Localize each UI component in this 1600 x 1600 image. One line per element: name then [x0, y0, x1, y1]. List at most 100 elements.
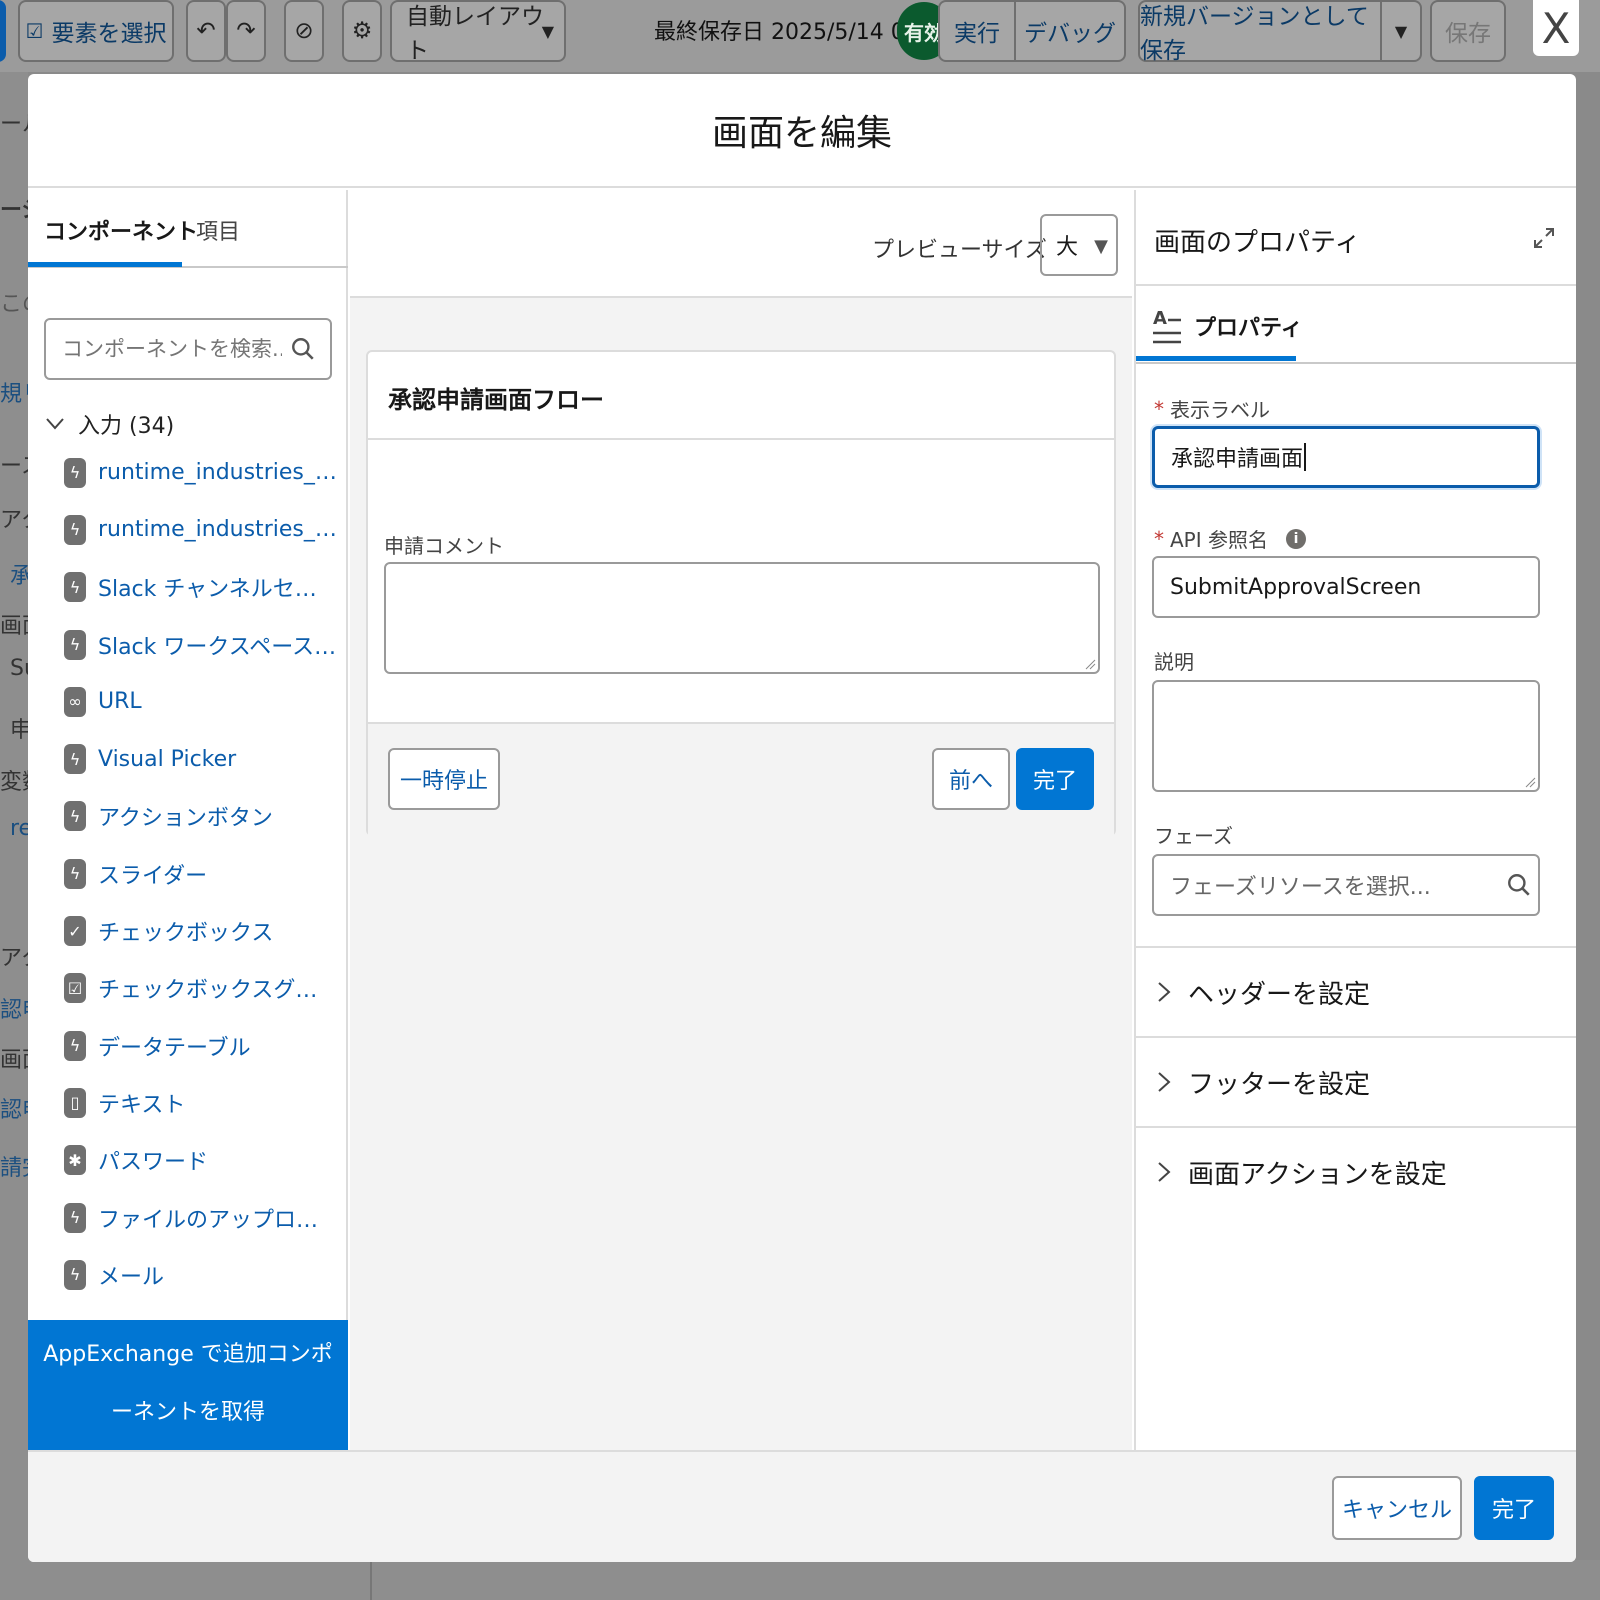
component-label: Slack ワークスペースセレク... — [98, 634, 338, 660]
list-item[interactable]: ϟ ファイルのアップロード — [64, 1189, 348, 1246]
api-name-value: SubmitApprovalScreen — [1170, 574, 1422, 600]
list-item[interactable]: ∞ URL — [64, 673, 348, 730]
background-text: 画面 — [0, 1048, 28, 1073]
bolt-icon: ϟ — [64, 858, 86, 889]
undo-icon[interactable]: ↶ — [186, 0, 226, 62]
list-item[interactable]: ϟ データテーブル — [64, 1017, 348, 1074]
preview-size-select[interactable]: 大 ▼ — [1040, 214, 1118, 276]
save-menu-chevron-icon[interactable]: ▼ — [1380, 0, 1422, 62]
finish-button[interactable]: 完了 — [1016, 748, 1094, 810]
background-text: re — [10, 816, 28, 841]
list-item[interactable]: ϟ メール — [64, 1246, 348, 1303]
screen-footer: 一時停止 前へ 完了 — [368, 722, 1114, 836]
configure-screen-actions-label: 画面アクションを設定 — [1188, 1159, 1447, 1190]
label-field-text: 表示ラベル — [1170, 398, 1270, 422]
background-text: 規リ — [0, 382, 28, 407]
done-button[interactable]: 完了 — [1474, 1476, 1554, 1540]
tab-components[interactable]: コンポーネント — [44, 214, 198, 246]
component-label: URL — [98, 689, 142, 715]
api-name-input[interactable]: SubmitApprovalScreen — [1152, 556, 1540, 618]
no-entry-icon[interactable]: ⊘ — [284, 0, 324, 62]
list-item[interactable]: ϟ runtime_industries_csv_dat... — [64, 444, 348, 501]
resize-handle-icon[interactable] — [1524, 776, 1536, 788]
component-label: ファイルのアップロード — [98, 1207, 338, 1233]
chevron-right-icon — [1158, 1162, 1171, 1182]
background-text: この — [0, 292, 28, 317]
component-search-input[interactable] — [62, 337, 282, 361]
screen-preview-card[interactable]: 承認申請画面フロー 申請コメント 一時停止 前へ 完了 — [366, 350, 1116, 836]
toolbar-edge-button[interactable] — [0, 0, 6, 62]
background-text: 承 — [10, 564, 28, 589]
background-page-bottom — [28, 1560, 1600, 1600]
cancel-button[interactable]: キャンセル — [1332, 1476, 1462, 1540]
comment-field-label: 申請コメント — [384, 534, 504, 558]
info-icon[interactable]: i — [1286, 528, 1306, 549]
component-list: ϟ runtime_industries_csv_dat... ϟ runtime_… — [64, 444, 348, 1303]
debug-button[interactable]: デバッグ — [1014, 0, 1126, 62]
redo-icon[interactable]: ↷ — [226, 0, 266, 62]
save-as-new-version-button[interactable]: 新規バージョンとして保存 — [1138, 0, 1382, 64]
gear-icon[interactable]: ⚙ — [342, 0, 382, 62]
preview-size-label: プレビューサイズ — [872, 238, 1047, 263]
input-section-toggle[interactable]: 入力 (34) — [46, 408, 174, 440]
configure-footer-section[interactable]: フッターを設定 — [1136, 1036, 1576, 1126]
auto-layout-select[interactable]: 自動レイアウト ▼ — [390, 0, 566, 64]
stage-lookup-input[interactable]: フェーズリソースを選択... — [1152, 854, 1540, 916]
builder-toolbar: ☑ 要素を選択 ↶ ↷ ⊘ ⚙ 自動レイアウト ▼ 最終保存日 2025/5/1… — [0, 0, 1600, 72]
pause-button[interactable]: 一時停止 — [388, 748, 500, 810]
screen-preview-canvas: プレビューサイズ 大 ▼ 承認申請画面フロー 申請コメント 一時停止 前へ 完了 — [350, 190, 1132, 1450]
list-item[interactable]: ▯ テキスト — [64, 1074, 348, 1131]
svg-text:A: A — [1153, 308, 1167, 329]
tab-properties[interactable]: A プロパティ — [1152, 306, 1303, 346]
list-item[interactable]: ☑ チェックボックスグループ — [64, 960, 348, 1017]
select-element-icon: ☑ — [25, 19, 44, 43]
tab-fields[interactable]: 項目 — [196, 214, 240, 246]
configure-screen-actions-section[interactable]: 画面アクションを設定 — [1136, 1126, 1576, 1216]
select-element-button[interactable]: ☑ 要素を選択 — [18, 0, 174, 62]
component-label: スライダー — [98, 863, 208, 889]
previous-button[interactable]: 前へ — [932, 748, 1010, 810]
run-button[interactable]: 実行 — [938, 0, 1016, 62]
bolt-icon: ϟ — [64, 801, 86, 832]
background-text: 請完 — [0, 1156, 28, 1181]
list-item[interactable]: ϟ Visual Picker — [64, 730, 348, 787]
search-icon — [1508, 874, 1530, 896]
text-format-icon: A — [1153, 308, 1181, 344]
component-palette: コンポーネント 項目 入力 (34) ϟ runtime_industries_c… — [28, 190, 348, 1450]
background-text: ール — [0, 112, 28, 137]
stage-field-text: フェーズ — [1154, 824, 1233, 848]
list-item[interactable]: ✱ パスワード — [64, 1132, 348, 1189]
component-label: アクションボタン — [98, 806, 273, 832]
list-item[interactable]: ✓ チェックボックス — [64, 902, 348, 959]
checkbox-group-icon: ☑ — [64, 973, 86, 1004]
description-textarea[interactable] — [1152, 680, 1540, 792]
list-item[interactable]: ϟ runtime_industries_csv_dat... — [64, 501, 348, 558]
comment-textarea[interactable] — [384, 562, 1100, 674]
list-item[interactable]: ϟ アクションボタン — [64, 788, 348, 845]
component-label: テキスト — [98, 1092, 186, 1118]
component-label: パスワード — [98, 1150, 209, 1176]
label-field-label: * 表示ラベル — [1154, 394, 1270, 423]
label-input[interactable]: 承認申請画面 — [1152, 426, 1540, 488]
modal-header: 画面を編集 — [28, 74, 1576, 188]
list-item[interactable]: ϟ Slack ワークスペースセレク... — [64, 616, 348, 673]
appexchange-button[interactable]: AppExchange で追加コンポーネントを取得 — [28, 1320, 348, 1450]
properties-header: 画面のプロパティ — [1136, 190, 1576, 286]
description-field-text: 説明 — [1154, 650, 1194, 674]
api-name-field-label: * API 参照名 i — [1154, 524, 1306, 553]
active-tab-indicator — [1136, 356, 1296, 361]
screen-title: 承認申請画面フロー — [388, 386, 604, 414]
list-item[interactable]: ϟ スライダー — [64, 845, 348, 902]
save-button[interactable]: 保存 — [1430, 0, 1506, 62]
background-text: 認申 — [0, 1098, 28, 1123]
bolt-icon: ϟ — [64, 1202, 86, 1233]
resize-handle-icon[interactable] — [1084, 658, 1096, 670]
list-item[interactable]: ϟ Slack チャンネルセレクター — [64, 559, 348, 616]
configure-header-section[interactable]: ヘッダーを設定 — [1136, 946, 1576, 1036]
component-label: runtime_industries_csv_dat... — [98, 517, 338, 543]
expand-icon[interactable] — [1532, 226, 1556, 250]
component-search-box[interactable] — [44, 318, 332, 380]
screen-properties-panel: 画面のプロパティ A プロパティ * 表示ラベル 承認申請画面 * API 参照名 i… — [1134, 190, 1576, 1450]
close-icon[interactable]: X — [1533, 0, 1579, 56]
bolt-icon: ϟ — [64, 572, 86, 603]
